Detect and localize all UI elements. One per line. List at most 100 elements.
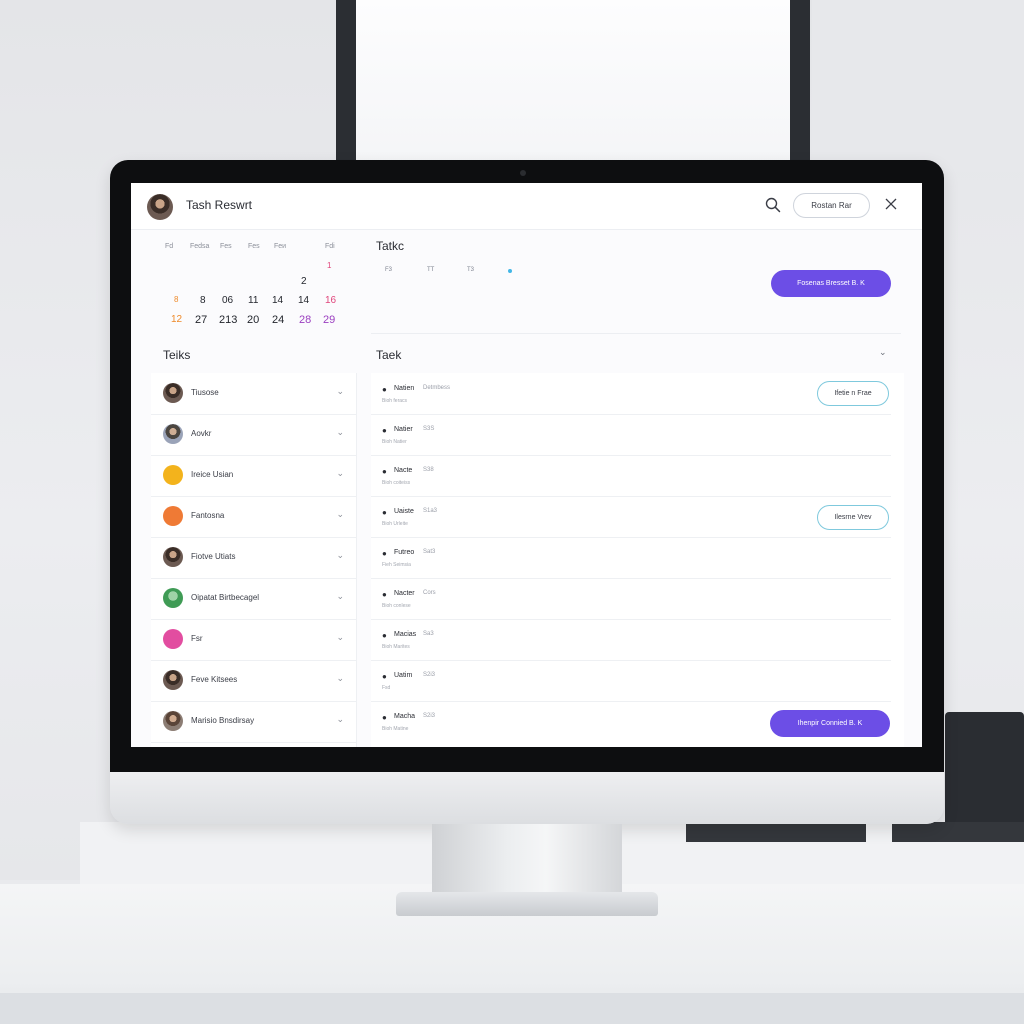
task-code: Detmbess bbox=[423, 385, 451, 391]
desk-edge bbox=[0, 993, 1024, 1024]
list-item[interactable]: Aovkr ⌄ bbox=[151, 414, 356, 456]
monitor-stand-foot bbox=[396, 892, 658, 916]
list-item[interactable]: Feve Kitsees ⌄ bbox=[151, 660, 356, 702]
left-list: Tiusose ⌄ Aovkr ⌄ Ireice Usian ⌄ Fantosn… bbox=[151, 373, 357, 747]
chevron-down-icon[interactable]: ⌄ bbox=[336, 427, 344, 438]
task-subtitle: Bioh Matine bbox=[382, 726, 409, 732]
table-row[interactable]: ● Nacte S38 Bioh coiteiss bbox=[371, 455, 891, 497]
calendar-weekday: Fes bbox=[248, 243, 260, 250]
calendar-day[interactable]: 14 bbox=[298, 295, 309, 306]
list-item-label: Feve Kitsees bbox=[191, 675, 238, 684]
avatar bbox=[163, 670, 183, 690]
task-name: Nacter bbox=[394, 590, 415, 597]
chevron-down-icon[interactable]: ⌄ bbox=[336, 591, 344, 602]
calendar-day[interactable]: 27 bbox=[195, 314, 207, 326]
calendar-day[interactable]: 8 bbox=[200, 295, 206, 306]
list-item[interactable]: Fsr ⌄ bbox=[151, 619, 356, 661]
table-row[interactable]: ● Macias Sa3 Bioh Marites bbox=[371, 619, 891, 661]
chevron-down-icon[interactable]: ⌄ bbox=[336, 632, 344, 643]
close-icon[interactable] bbox=[883, 196, 899, 212]
status-dot bbox=[508, 269, 512, 273]
calendar-weekday: Feи bbox=[274, 243, 287, 250]
chevron-down-icon[interactable]: ⌄ bbox=[336, 550, 344, 561]
task-code: S1a3 bbox=[423, 508, 438, 514]
calendar-day[interactable]: 1 bbox=[327, 261, 331, 270]
user-icon: ● bbox=[382, 713, 387, 722]
avatar bbox=[163, 383, 183, 403]
task-subtitle: Bioh Marites bbox=[382, 644, 410, 650]
calendar-day[interactable]: 06 bbox=[222, 295, 233, 306]
table-row[interactable]: ● Futreo Sat3 Fieh Seimsia bbox=[371, 537, 891, 579]
monitor-stand bbox=[432, 824, 622, 896]
user-icon: ● bbox=[382, 590, 387, 599]
task-name: Macias bbox=[394, 631, 417, 638]
primary-action-button[interactable]: Fosenas Bresset B. K bbox=[771, 270, 891, 297]
calendar-day[interactable]: 16 bbox=[325, 295, 336, 306]
search-icon[interactable] bbox=[765, 197, 781, 213]
list-item[interactable]: Marisio Bnsdirsay ⌄ bbox=[151, 701, 356, 743]
chevron-down-icon[interactable]: ⌄ bbox=[336, 509, 344, 520]
shelf-object bbox=[686, 822, 866, 842]
list-item[interactable]: Tiusose ⌄ bbox=[151, 373, 356, 415]
table-row[interactable]: ● Uatim S2i3 Fsd bbox=[371, 660, 891, 702]
task-code: Cors bbox=[423, 590, 436, 596]
list-item[interactable]: Fantosna ⌄ bbox=[151, 496, 356, 538]
calendar-day[interactable]: 14 bbox=[272, 295, 283, 306]
header-action-button[interactable]: Rostan Rar bbox=[793, 193, 870, 218]
list-item-label: Ireice Usian bbox=[191, 470, 234, 479]
calendar-day[interactable]: 213 bbox=[219, 314, 237, 326]
user-icon: ● bbox=[382, 508, 387, 517]
tasks-panel-title: Tatkc bbox=[376, 239, 405, 253]
monitor-chin bbox=[110, 772, 944, 824]
table-row[interactable]: ● Nacter Cors Bioh conlese bbox=[371, 578, 891, 620]
calendar-day[interactable]: 24 bbox=[272, 314, 284, 326]
task-code: Sa3 bbox=[423, 631, 434, 637]
window-glass bbox=[356, 0, 790, 168]
table-row[interactable]: ● Natier S3S Bioh Natier bbox=[371, 414, 891, 456]
list-item-label: Aovkr bbox=[191, 429, 212, 438]
calendar-day[interactable]: 8 bbox=[174, 295, 178, 304]
user-avatar[interactable] bbox=[147, 194, 173, 220]
tasks-column-header: F3 bbox=[385, 267, 393, 273]
row-action-button[interactable]: Ifetie n Frae bbox=[817, 381, 889, 406]
list-item[interactable]: Fiotve Utiats ⌄ bbox=[151, 537, 356, 579]
bottom-action-button[interactable]: Ihenpir Connied B. K bbox=[770, 710, 890, 737]
left-section-title: Teiks bbox=[163, 348, 191, 362]
list-item[interactable]: Oipatat Birtbecagel ⌄ bbox=[151, 578, 356, 620]
calendar-day[interactable]: 29 bbox=[323, 314, 335, 326]
calendar-day[interactable]: 11 bbox=[248, 295, 258, 306]
list-item[interactable]: Ireice Usian ⌄ bbox=[151, 455, 356, 497]
task-name: Uatim bbox=[394, 672, 413, 679]
task-code: S38 bbox=[423, 467, 434, 473]
chevron-down-icon[interactable]: ⌄ bbox=[336, 673, 344, 684]
avatar bbox=[163, 547, 183, 567]
row-action-button[interactable]: Ilesrne Vrev bbox=[817, 505, 889, 530]
chevron-down-icon[interactable]: ⌄ bbox=[336, 468, 344, 479]
calendar-day[interactable]: 28 bbox=[299, 314, 311, 326]
task-code: S2i3 bbox=[423, 713, 436, 719]
avatar bbox=[163, 711, 183, 731]
avatar bbox=[163, 629, 183, 649]
wall-right bbox=[812, 0, 1024, 172]
user-icon: ● bbox=[382, 549, 387, 558]
task-list: ● Natien Detmbess Bioh feracs ● Natier S… bbox=[371, 373, 904, 747]
chevron-down-icon[interactable]: ⌄ bbox=[336, 714, 344, 725]
calendar-day[interactable]: 12 bbox=[171, 314, 182, 325]
calendar-day[interactable]: 2 bbox=[301, 276, 307, 287]
task-section-title: Taek bbox=[376, 348, 402, 362]
table-row[interactable]: ● Uaiste S1a3 Bioh Urleite bbox=[371, 496, 891, 538]
list-item-label: Oipatat Birtbecagel bbox=[191, 593, 260, 602]
avatar bbox=[163, 588, 183, 608]
chevron-down-icon[interactable]: ⌄ bbox=[336, 386, 344, 397]
list-item-label: Marisio Bnsdirsay bbox=[191, 716, 255, 725]
calendar-day[interactable]: 20 bbox=[247, 314, 259, 326]
list-item-label: Fsr bbox=[191, 634, 203, 643]
chevron-down-icon[interactable]: ⌄ bbox=[879, 347, 887, 358]
task-name: Nacte bbox=[394, 467, 413, 474]
task-subtitle: Bioh conlese bbox=[382, 603, 411, 609]
app-screen: Tash Reswrt Rostan Rar Fd Fedsa Fes Fes … bbox=[131, 183, 922, 747]
task-name: Macha bbox=[394, 713, 416, 720]
table-row[interactable]: ● Natien Detmbess Bioh feracs bbox=[371, 373, 891, 415]
user-icon: ● bbox=[382, 631, 387, 640]
avatar bbox=[163, 506, 183, 526]
